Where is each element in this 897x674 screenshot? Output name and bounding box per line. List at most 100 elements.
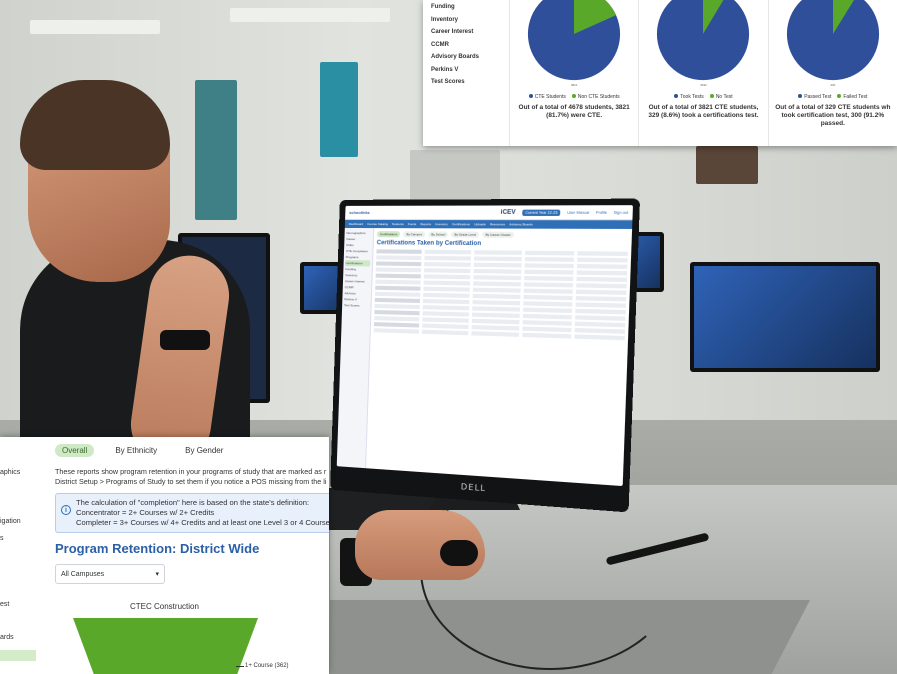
tab-by-gender[interactable]: By Gender: [178, 444, 230, 457]
sidebar-item-career-interest[interactable]: Career Interest: [431, 29, 501, 35]
sidebar-item[interactable]: ards: [0, 634, 14, 641]
monitor-screen: schoolinks iCEV Current Year 22-23 User …: [336, 205, 633, 487]
tab-certifications[interactable]: Certifications: [376, 231, 401, 238]
funnel-label-tick: [236, 666, 244, 667]
sidebar-item-active[interactable]: [0, 650, 36, 661]
tab-by-grade[interactable]: By Grade Level: [451, 231, 480, 238]
wristwatch: [160, 330, 210, 350]
sidebar-item[interactable]: est: [0, 601, 9, 608]
pie-legend: Passed Test Failed Test: [798, 94, 867, 100]
sidebar-item[interactable]: aphics: [0, 469, 20, 476]
sidebar-item-inventory[interactable]: Inventory: [431, 17, 501, 23]
user-manual-link[interactable]: User Manual: [567, 210, 589, 214]
tab-overall[interactable]: Overall: [55, 444, 95, 457]
app-logo: schoolinks: [349, 209, 370, 215]
icev-logo: iCEV: [500, 209, 516, 216]
campus-select-value: All Campuses: [61, 570, 105, 578]
info-icon: i: [61, 505, 71, 516]
nav-item[interactable]: Dashboard: [349, 222, 364, 226]
pie-note: Out of a total of 3821 CTE students, 329…: [648, 104, 759, 120]
chevron-down-icon: ▾: [155, 571, 159, 579]
legend-entry: Passed Test: [798, 94, 831, 100]
main-monitor: schoolinks iCEV Current Year 22-23 User …: [330, 198, 641, 513]
info-line: The calculation of "completion" here is …: [76, 498, 310, 508]
report-table: [373, 249, 628, 341]
sign-out-link[interactable]: Sign out: [614, 210, 629, 214]
retention-description: These reports show program retention in …: [55, 467, 329, 486]
legend-label: Non CTE Students: [577, 94, 620, 100]
description-line: District Setup > Programs of Study to se…: [55, 476, 327, 486]
campus-select[interactable]: All Campuses ▾: [55, 564, 165, 585]
pie-legend: Took Tests No Test: [674, 94, 733, 100]
pie-panel-cte: 3821 CTE Students Non CTE Students Out o…: [509, 0, 638, 146]
info-line: Concentrator = 2+ Courses w/ 2+ Credits: [76, 508, 215, 518]
profile-link[interactable]: Profile: [596, 210, 607, 214]
tab-by-ethnicity[interactable]: By Ethnicity: [108, 444, 164, 457]
sidebar-item-ccmr[interactable]: CCMR: [431, 42, 501, 48]
legend-label: Passed Test: [804, 94, 832, 100]
pie-caption: 3821: [570, 83, 578, 87]
retention-card: aphics igation s est ards Overall By Eth…: [0, 437, 329, 674]
sidebar-item[interactable]: s: [0, 535, 4, 542]
legend-label: Failed Test: [843, 94, 868, 100]
pie-note: Out of a total of 329 CTE students wh to…: [775, 104, 891, 128]
app-header: schoolinks iCEV Current Year 22-23 User …: [345, 205, 633, 221]
retention-tabs: Overall By Ethnicity By Gender: [55, 444, 329, 457]
nav-item[interactable]: Uploads: [474, 222, 486, 226]
nav-item[interactable]: Funds: [408, 222, 417, 226]
monitor-brand: DELL: [460, 482, 487, 494]
legend-entry: No Test: [709, 94, 733, 100]
funnel-segment: [73, 618, 258, 674]
legend-label: Took Tests: [680, 94, 704, 100]
pie-chart: [528, 0, 621, 81]
wall-frame: [696, 146, 758, 184]
sidebar-item-advisory-boards[interactable]: Advisory Boards: [431, 54, 501, 60]
dashboard-sidebar: Funding Inventory Career Interest CCMR A…: [423, 0, 509, 146]
nav-item[interactable]: Reports: [420, 222, 431, 226]
sidebar-item[interactable]: Test Scores: [344, 302, 369, 309]
funnel-label: 1+ Course (362): [245, 663, 289, 669]
sidebar-item-funding[interactable]: Funding: [431, 4, 501, 10]
app-body: Demographics Career Clubs CTE Completers…: [336, 227, 632, 487]
nav-item[interactable]: Certifications: [452, 222, 470, 226]
year-selector[interactable]: Current Year 22-23: [521, 209, 561, 216]
nav-item[interactable]: Students: [392, 222, 404, 226]
pie-chart: [657, 0, 750, 81]
sidebar-item-test-scores[interactable]: Test Scores: [431, 79, 501, 85]
tab-by-school[interactable]: By School: [428, 231, 449, 238]
pie-note: Out of a total of 4678 students, 3821 (8…: [518, 104, 630, 120]
nav-item[interactable]: Advisory Boards: [509, 222, 533, 226]
pie-panel-passed: 300 Passed Test Failed Test Out of a tot…: [767, 0, 897, 146]
legend-label: No Test: [715, 94, 733, 100]
pie-chart: [786, 0, 879, 81]
sidebar-item[interactable]: igation: [0, 518, 21, 525]
ceiling-light: [30, 20, 160, 34]
info-line: Completer = 3+ Courses w/ 4+ Credits and…: [76, 518, 329, 528]
ceiling-light: [230, 8, 390, 22]
retention-main: Overall By Ethnicity By Gender These rep…: [55, 437, 329, 611]
tab-by-cluster[interactable]: By Career Cluster: [482, 231, 515, 239]
legend-label: CTE Students: [534, 94, 566, 100]
legend-entry: CTE Students: [528, 94, 566, 100]
wall-poster: [320, 62, 358, 157]
computer-mouse: [440, 540, 478, 566]
nav-item[interactable]: Inventory: [435, 222, 448, 226]
dashboard-card: Funding Inventory Career Interest CCMR A…: [423, 0, 897, 146]
tab-by-campus[interactable]: By Campus: [403, 231, 426, 238]
completion-info-box: i The calculation of "completion" here i…: [55, 493, 329, 534]
nav-item[interactable]: Course Catalog: [367, 222, 388, 226]
pie-caption: 300: [830, 83, 836, 87]
page-title: Program Retention: District Wide: [55, 541, 260, 557]
app-tabs: Certifications By Campus By School By Gr…: [376, 231, 629, 239]
wall-poster: [195, 80, 237, 220]
pie-panel-tests: 3492 Took Tests No Test Out of a total o…: [638, 0, 767, 146]
retention-sidebar: aphics igation s est ards: [0, 437, 46, 674]
app-main: Certifications By Campus By School By Gr…: [365, 228, 632, 486]
pie-legend: CTE Students Non CTE Students: [528, 94, 620, 100]
nav-item[interactable]: Resources: [490, 222, 505, 226]
sidebar-item-perkins-v[interactable]: Perkins V: [431, 67, 501, 73]
legend-entry: Non CTE Students: [571, 94, 620, 100]
funnel-chart-title: CTEC Construction: [130, 602, 199, 612]
pie-caption: 3492: [700, 83, 707, 87]
description-line: These reports show program retention in …: [55, 467, 327, 476]
